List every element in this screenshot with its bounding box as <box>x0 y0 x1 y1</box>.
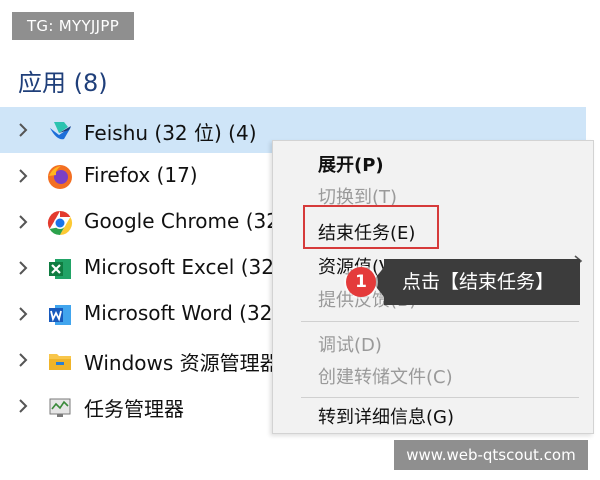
chevron-right-icon[interactable] <box>15 122 31 138</box>
step-badge: 1 <box>346 267 376 297</box>
callout-text: 点击【结束任务】 <box>402 271 555 293</box>
app-label: 任务管理器 <box>84 397 184 421</box>
chevron-right-icon[interactable] <box>15 352 31 368</box>
apps-section-title: 应用 (8) <box>18 69 108 97</box>
chevron-right-icon[interactable] <box>15 214 31 230</box>
callout-tooltip: 点击【结束任务】 <box>384 259 580 305</box>
excel-icon <box>47 256 73 282</box>
firefox-icon <box>47 164 73 190</box>
menu-item-go-to-details[interactable]: 转到详细信息(G) <box>318 403 454 429</box>
end-task-highlight <box>303 205 439 249</box>
word-icon <box>47 302 73 328</box>
chevron-right-icon[interactable] <box>15 398 31 414</box>
menu-item-debug[interactable]: 调试(D) <box>318 331 382 357</box>
chevron-right-icon[interactable] <box>15 306 31 322</box>
app-label: Firefox (17) <box>84 163 198 187</box>
chevron-right-icon[interactable] <box>15 168 31 184</box>
watermark-bottom: www.web-qtscout.com <box>394 440 588 470</box>
menu-separator <box>301 321 579 322</box>
task-manager-icon <box>47 394 73 420</box>
chrome-icon <box>47 210 73 236</box>
menu-item-create-dump[interactable]: 创建转储文件(C) <box>318 363 453 389</box>
app-label: Google Chrome (32 <box>84 209 279 233</box>
chevron-right-icon[interactable] <box>15 260 31 276</box>
app-label: Microsoft Excel (32 <box>84 255 274 279</box>
app-label: Windows 资源管理器 <box>84 351 280 375</box>
menu-item-expand[interactable]: 展开(P) <box>318 151 384 177</box>
app-label: Microsoft Word (32 <box>84 301 273 325</box>
feishu-icon <box>47 118 73 144</box>
app-label: Feishu (32 位) (4) <box>84 121 257 145</box>
folder-icon <box>47 348 73 374</box>
menu-separator <box>301 397 579 398</box>
watermark-top: TG: MYYJJPP <box>12 12 134 40</box>
